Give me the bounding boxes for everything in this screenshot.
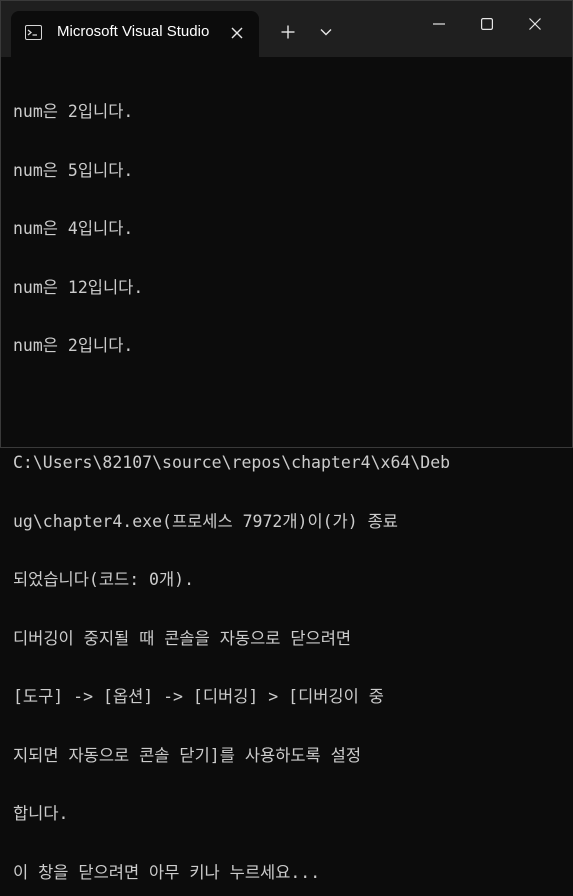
console-line: num은 2입니다.: [13, 102, 134, 121]
close-icon: [529, 18, 541, 30]
close-tab-button[interactable]: [225, 21, 249, 45]
minimize-icon: [433, 23, 445, 25]
terminal-tab[interactable]: Microsoft Visual Studio: [11, 11, 259, 57]
close-icon: [231, 27, 243, 39]
terminal-window: Microsoft Visual Studio num은 2입니다. num은 …: [0, 0, 573, 882]
chevron-down-icon: [320, 29, 332, 36]
title-bar[interactable]: Microsoft Visual Studio: [1, 1, 572, 57]
console-line: num은 4입니다.: [13, 219, 134, 238]
console-line: num은 5입니다.: [13, 160, 134, 180]
console-output[interactable]: num은 2입니다. num은 5입니다. num은 4입니다. num은 12…: [13, 63, 566, 896]
minimize-button[interactable]: [416, 1, 462, 47]
console-line: num은 12입니다.: [13, 277, 144, 297]
plus-icon: [281, 25, 295, 39]
tab-title: Microsoft Visual Studio: [57, 23, 210, 40]
console-line: 되었습니다(코드: 0개).: [13, 570, 195, 589]
console-line: C:\Users\82107\source\repos\chapter4\x64…: [13, 453, 451, 472]
console-line: 합니다.: [13, 804, 69, 823]
console-line: 지되면 자동으로 콘솔 닫기]를 사용하도록 설정: [13, 745, 362, 765]
maximize-icon: [481, 18, 493, 30]
console-line: 디버깅이 중지될 때 콘솔을 자동으로 닫으려면: [13, 628, 352, 648]
terminal-icon: [25, 25, 42, 40]
console-line: ug\chapter4.exe(프로세스 7972개)이(가) 종료: [13, 511, 398, 531]
maximize-button[interactable]: [464, 1, 510, 47]
console-line: 이 창을 닫으려면 아무 키나 누르세요...: [13, 862, 321, 882]
tab-dropdown-button[interactable]: [311, 17, 341, 47]
close-window-button[interactable]: [512, 1, 558, 47]
console-line: [도구] -> [옵션] -> [디버깅] > [디버깅이 중: [13, 687, 384, 706]
console-line: num은 2입니다.: [13, 336, 134, 355]
new-tab-button[interactable]: [273, 17, 303, 47]
